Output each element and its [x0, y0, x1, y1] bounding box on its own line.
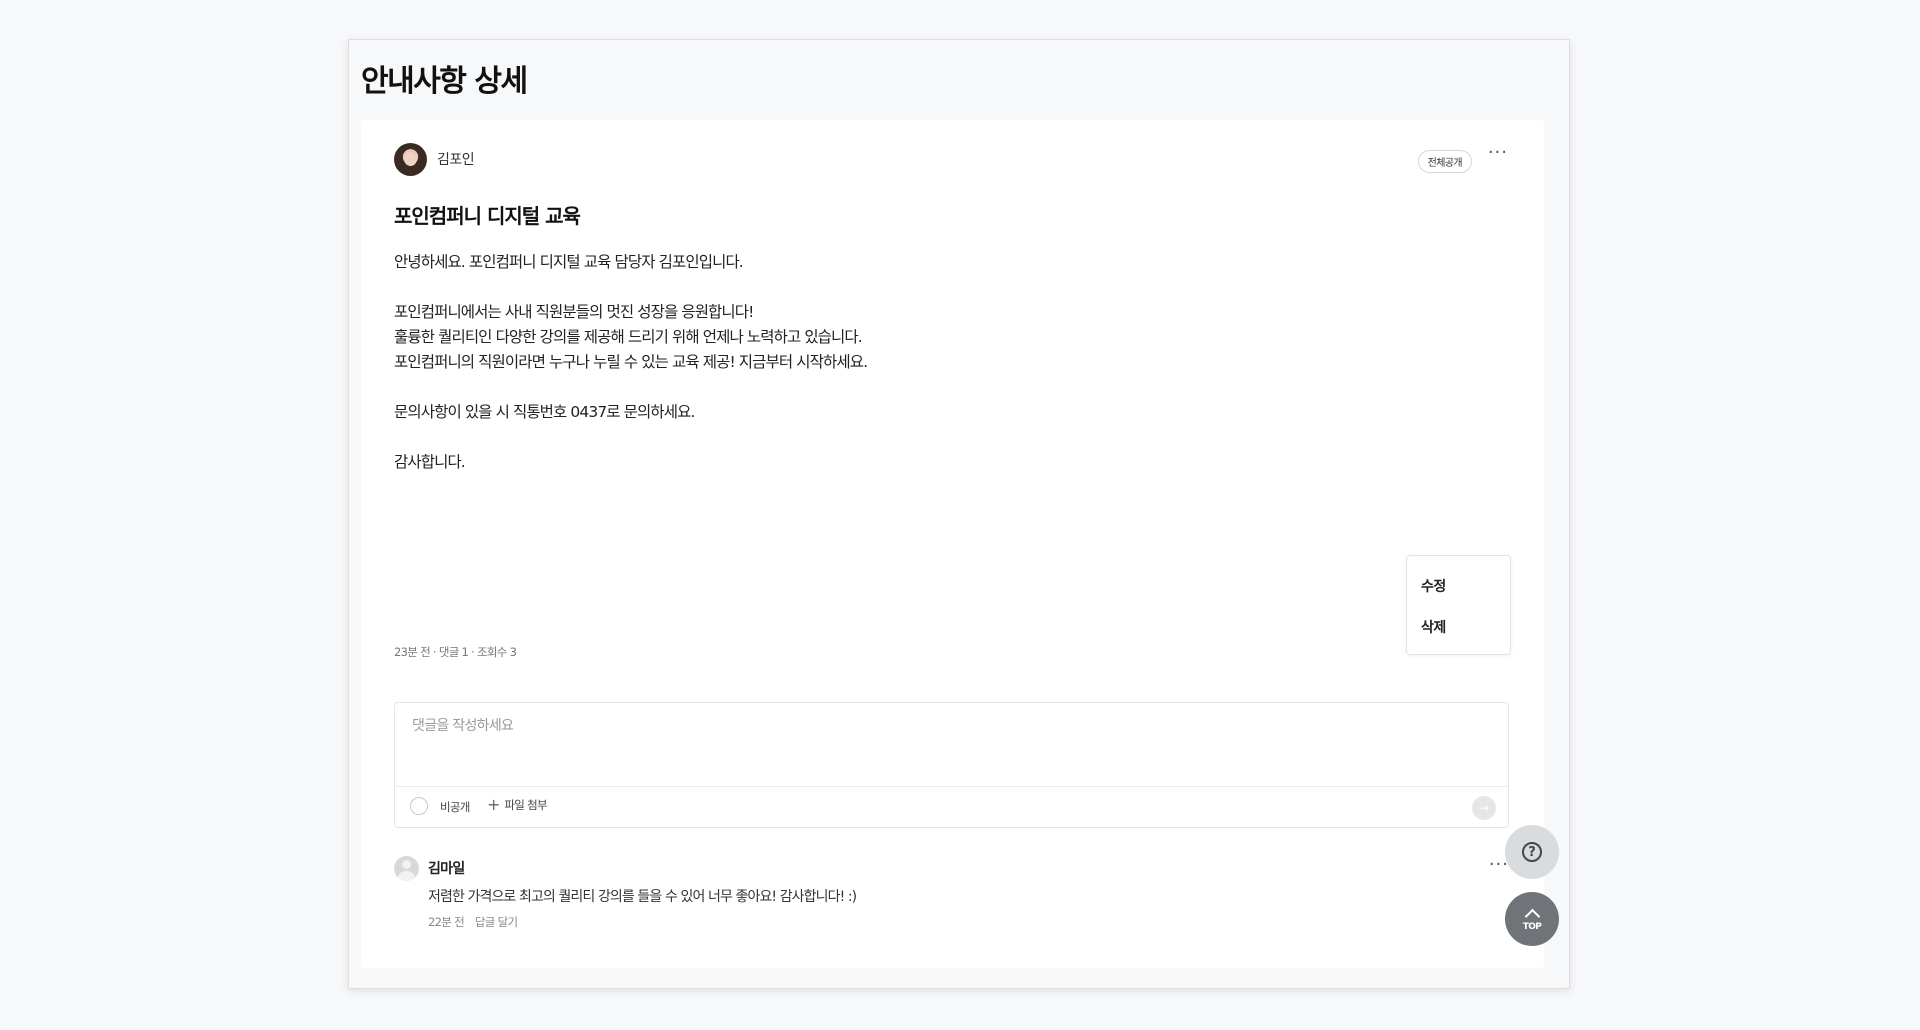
- body-line: 포인컴퍼니에서는 사내 직원분들의 멋진 성장을 응원합니다!: [394, 303, 754, 321]
- private-radio[interactable]: [410, 797, 428, 815]
- body-line: 감사합니다.: [394, 453, 466, 471]
- commenter-avatar: [394, 856, 419, 881]
- post-more-button[interactable]: ···: [1488, 144, 1508, 162]
- comment-toolbar: 비공개 + 파일 첨부 →: [395, 786, 1508, 828]
- edit-menu-item[interactable]: 수정: [1421, 576, 1446, 596]
- body-line: 훌륭한 퀄리티인 다양한 강의를 제공해 드리기 위해 언제나 노력하고 있습니…: [394, 328, 863, 346]
- comment-item: 김마일 저렴한 가격으로 최고의 퀄리티 강의를 들을 수 있어 너무 좋아요!…: [394, 856, 1509, 946]
- body-line: 포인컴퍼니의 직원이라면 누구나 누릴 수 있는 교육 제공! 지금부터 시작하…: [394, 353, 868, 371]
- body-line-blank: [394, 425, 1294, 450]
- commenter-name: 김마일: [428, 861, 465, 877]
- comment-time: 22분 전: [428, 915, 465, 929]
- comment-input[interactable]: [395, 703, 1508, 786]
- comment-text: 저렴한 가격으로 최고의 퀄리티 강의를 들을 수 있어 너무 좋아요! 감사합…: [428, 889, 857, 905]
- attach-file-label: 파일 첨부: [504, 798, 547, 812]
- reply-button[interactable]: 답글 달기: [475, 915, 518, 929]
- attach-file-button[interactable]: + 파일 첨부: [487, 795, 548, 814]
- page-title: 안내사항 상세: [361, 64, 528, 99]
- post-title: 포인컴퍼니 디지털 교육: [394, 204, 581, 228]
- plus-icon: +: [487, 795, 501, 814]
- comment-meta: 22분 전 답글 달기: [428, 914, 518, 930]
- delete-menu-item[interactable]: 삭제: [1421, 617, 1446, 637]
- question-circle-icon: ?: [1522, 842, 1542, 862]
- body-line-blank: [394, 375, 1294, 400]
- post-meta: 23분 전 · 댓글 1 · 조회수 3: [394, 645, 517, 659]
- body-line: 안녕하세요. 포인컴퍼니 디지털 교육 담당자 김포인입니다.: [394, 253, 744, 271]
- author-avatar: [394, 142, 427, 176]
- post-author: 김포인: [394, 142, 475, 176]
- comment-form: 비공개 + 파일 첨부 →: [394, 702, 1509, 828]
- visibility-badge: 전체공개: [1417, 150, 1472, 173]
- help-button[interactable]: ?: [1505, 825, 1559, 879]
- body-line: 문의사항이 있을 시 직통번호 0437로 문의하세요.: [394, 403, 695, 421]
- send-comment-button[interactable]: →: [1472, 796, 1496, 820]
- author-name: 김포인: [437, 152, 475, 168]
- body-line-blank: [394, 275, 1294, 300]
- post-context-menu: 수정 삭제: [1406, 555, 1511, 655]
- private-label: 비공개: [440, 800, 470, 814]
- post-body: 안녕하세요. 포인컴퍼니 디지털 교육 담당자 김포인입니다. 포인컴퍼니에서는…: [394, 250, 1294, 475]
- post-card: 김포인 전체공개 ··· 포인컴퍼니 디지털 교육 안녕하세요. 포인컴퍼니 디…: [361, 120, 1544, 968]
- page-frame: 안내사항 상세 김포인 전체공개 ··· 포인컴퍼니 디지털 교육 안녕하세요.…: [348, 39, 1570, 989]
- scroll-top-button[interactable]: TOP: [1505, 892, 1559, 946]
